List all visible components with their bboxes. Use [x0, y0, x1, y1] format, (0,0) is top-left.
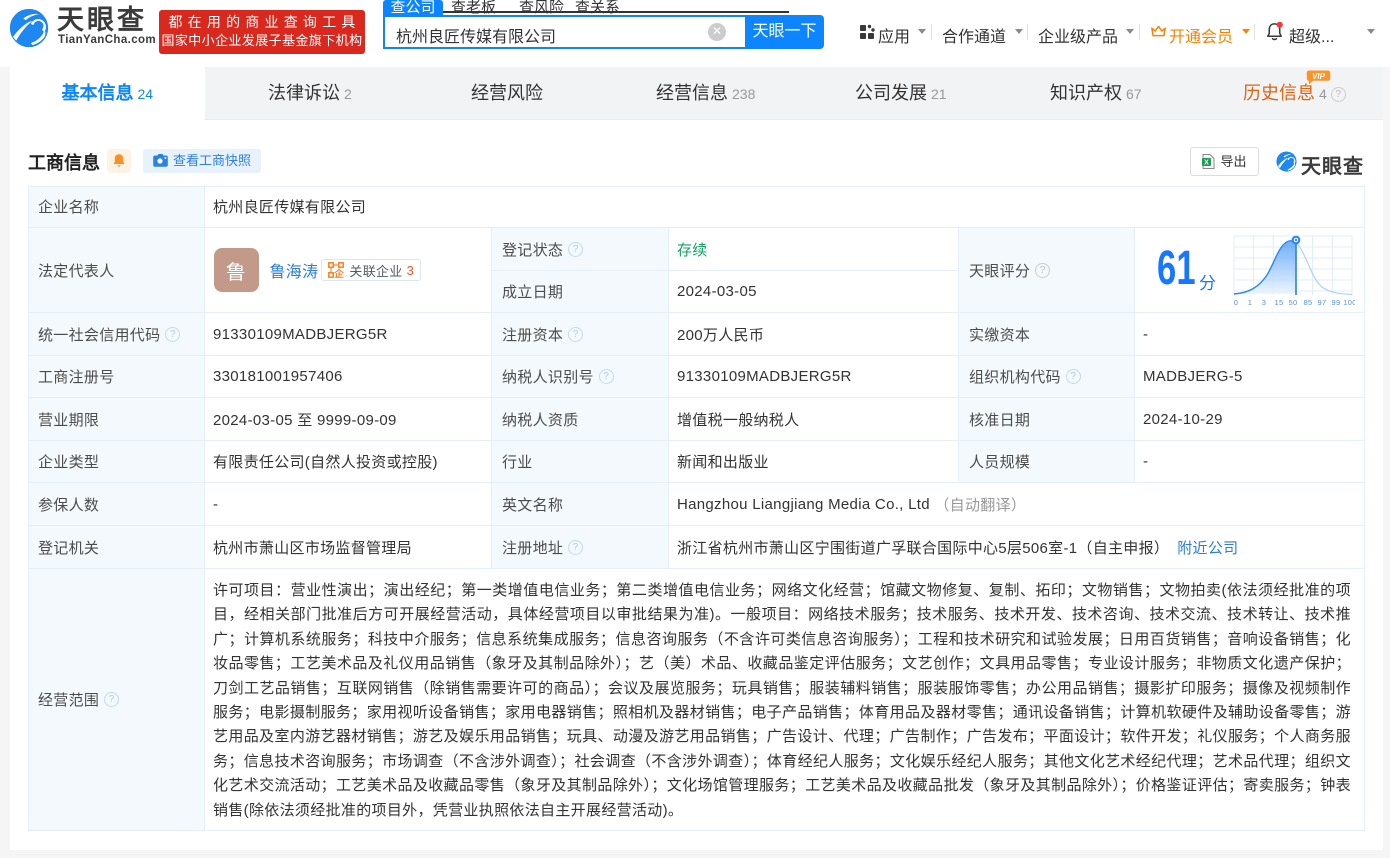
svg-text:VIP: VIP: [1312, 72, 1326, 81]
svg-text:X: X: [1205, 160, 1210, 167]
